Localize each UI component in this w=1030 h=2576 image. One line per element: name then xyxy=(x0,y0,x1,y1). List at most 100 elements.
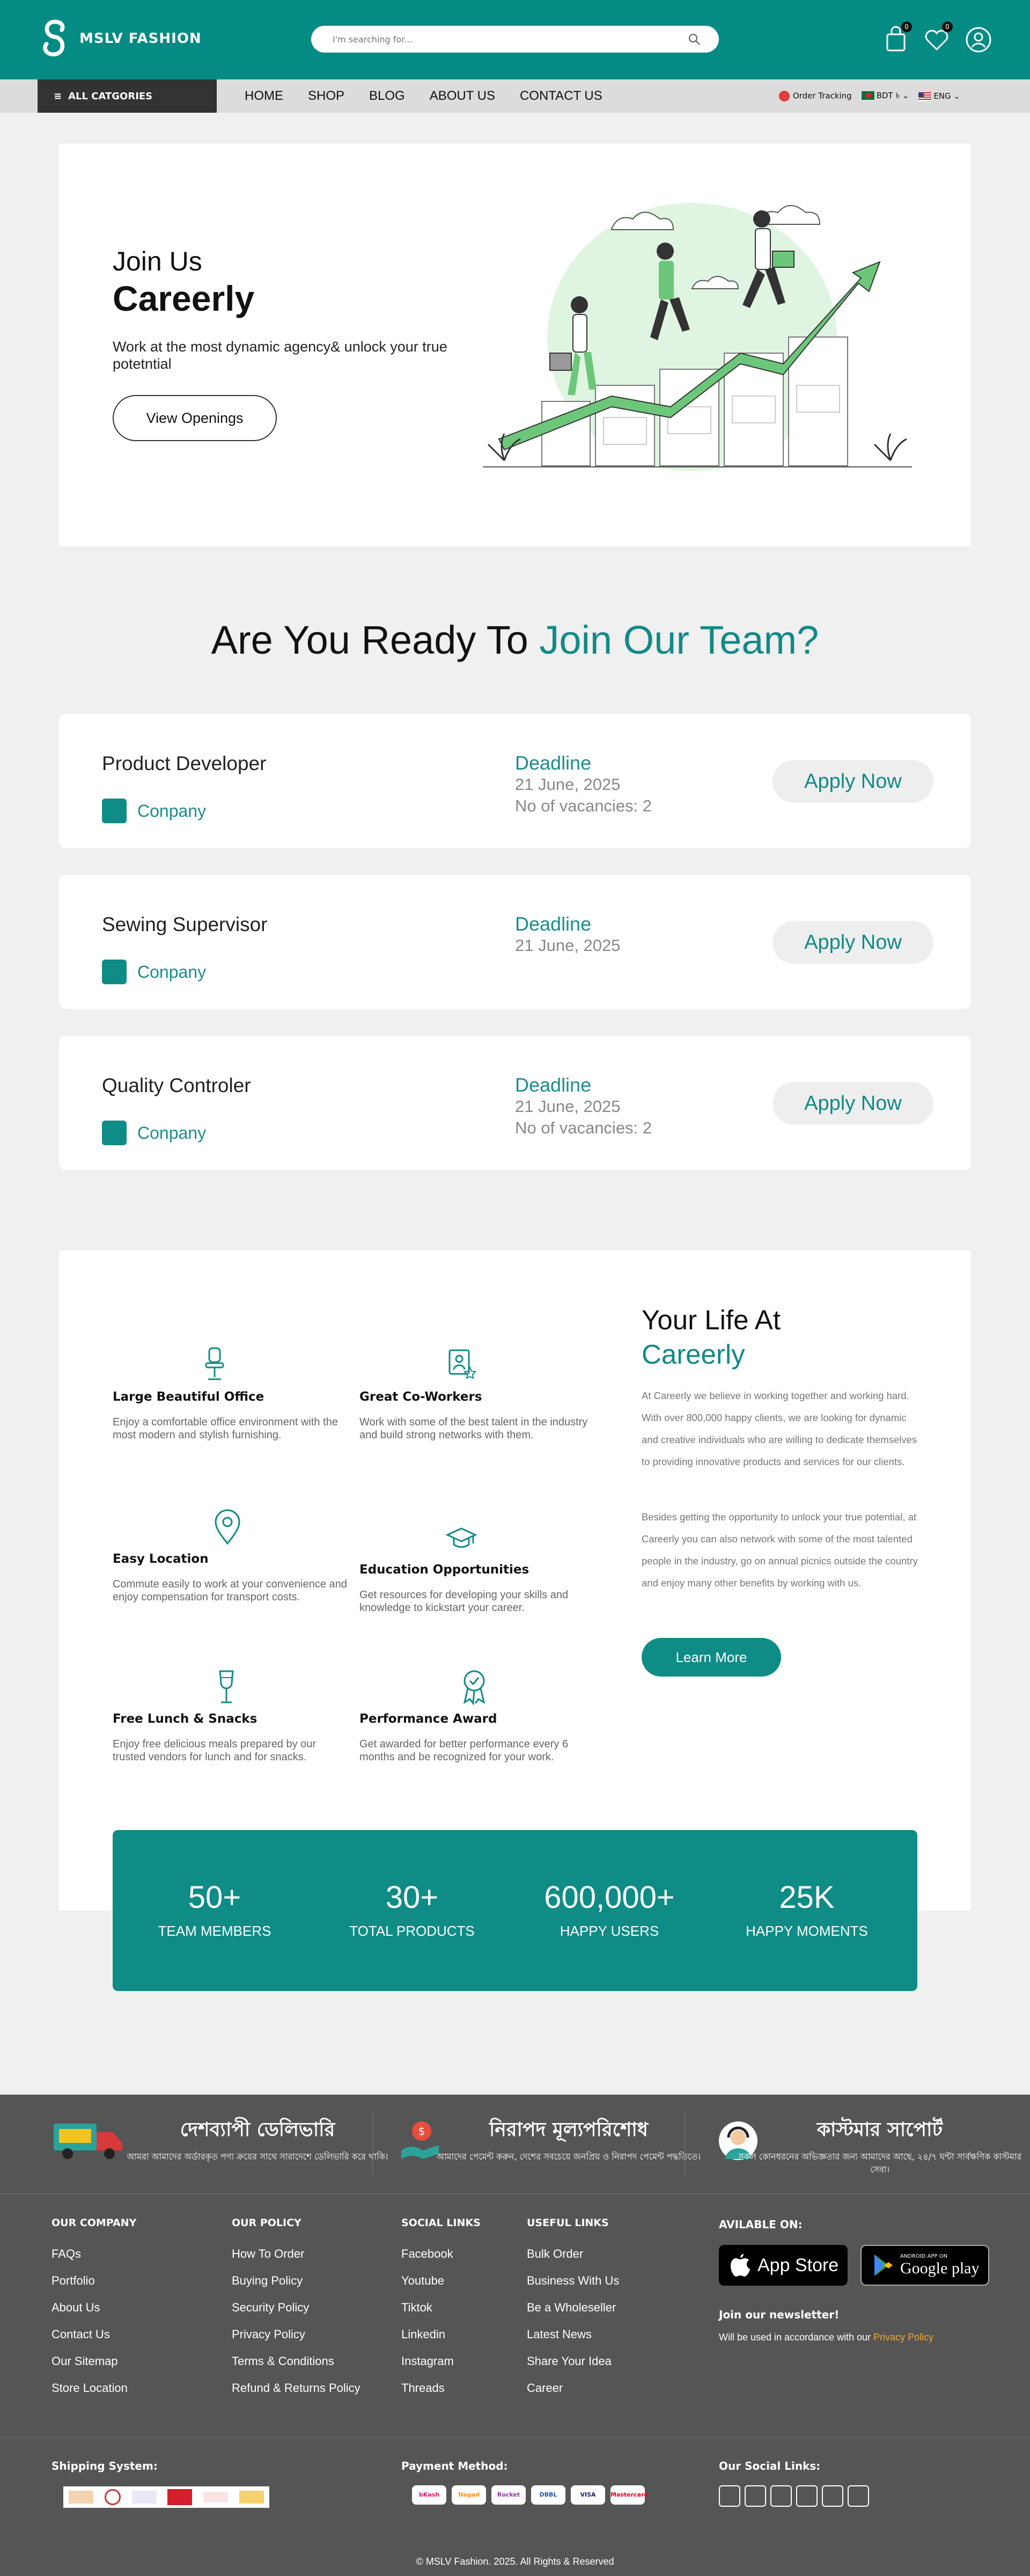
nav-about[interactable]: ABOUT US xyxy=(430,89,495,104)
search-bar xyxy=(311,26,719,53)
apply-now-button[interactable]: Apply Now xyxy=(772,921,933,964)
footer-link[interactable]: Refund & Returns Policy xyxy=(232,2375,360,2402)
chevron-down-icon: ⌄ xyxy=(953,91,960,101)
privacy-policy-link[interactable]: Privacy Policy xyxy=(873,2332,933,2343)
footer-link[interactable]: Portfolio xyxy=(52,2267,136,2294)
company-label: Conpany xyxy=(137,801,207,821)
footer-link[interactable]: Buying Policy xyxy=(232,2267,360,2294)
stat-number: 50+ xyxy=(188,1880,241,1915)
stat-item: 30+ TOTAL PRODUCTS xyxy=(332,1879,492,1940)
currency-select[interactable]: BDT ৳ ⌄ xyxy=(861,90,909,103)
job-company: Conpany xyxy=(102,1121,206,1145)
chair-icon xyxy=(205,1347,224,1380)
search-input[interactable] xyxy=(311,26,719,53)
search-icon[interactable] xyxy=(688,33,701,46)
footer-link[interactable]: Bulk Order xyxy=(527,2241,619,2267)
feature-item: Education Opportunities Get resources fo… xyxy=(359,1519,595,1614)
google-play-button[interactable]: ANDROID APP ON Google play xyxy=(860,2245,989,2286)
footer-link[interactable]: Terms & Conditions xyxy=(232,2348,360,2375)
newsletter-note: Will be used in accordance with our xyxy=(719,2332,874,2343)
stat-number: 600,000+ xyxy=(544,1880,675,1915)
nav-blog[interactable]: BLOG xyxy=(369,89,405,104)
life-paragraph-1: At Careerly we believe in working togeth… xyxy=(642,1390,917,1467)
instagram-icon[interactable] xyxy=(822,2485,843,2507)
facebook-icon[interactable] xyxy=(719,2485,740,2507)
cart-button[interactable]: 0 xyxy=(880,21,912,56)
footer-link[interactable]: FAQs xyxy=(52,2241,136,2267)
stat-item: 600,000+ HAPPY USERS xyxy=(529,1879,690,1940)
feature-name: Great Co-Workers xyxy=(359,1390,482,1404)
app-store-button[interactable]: App Store xyxy=(719,2245,848,2286)
payment-rocket: Rocket xyxy=(491,2485,526,2505)
google-play-icon xyxy=(874,2255,893,2276)
stats-banner: 50+ TEAM MEMBERS 30+ TOTAL PRODUCTS 600,00… xyxy=(113,1830,917,1991)
footer-feature-title: দেশব্যাপী ডেলিভারি xyxy=(180,2119,335,2141)
footer-link[interactable]: Our Sitemap xyxy=(52,2348,136,2375)
briefcase-icon xyxy=(102,799,127,823)
footer-link[interactable]: Contact Us xyxy=(52,2321,136,2348)
footer-link[interactable]: Facebook xyxy=(401,2241,481,2267)
chevron-down-icon: ⌄ xyxy=(902,90,909,100)
footer-link[interactable]: Business With Us xyxy=(527,2267,619,2294)
footer-link[interactable]: Linkedin xyxy=(401,2321,481,2348)
account-button[interactable] xyxy=(962,24,995,56)
courier-logo xyxy=(69,2491,94,2504)
tiktok-icon[interactable] xyxy=(770,2485,792,2507)
life-heading: Your Life At Careerly xyxy=(642,1303,781,1372)
footer-link[interactable]: Career xyxy=(527,2375,619,2402)
job-title: Product Developer xyxy=(102,752,267,774)
job-company: Conpany xyxy=(102,960,206,984)
nav-contact[interactable]: CONTACT US xyxy=(520,89,602,104)
language-select[interactable]: ENG ⌄ xyxy=(918,91,960,101)
location-icon xyxy=(215,1509,240,1545)
footer-link[interactable]: Latest News xyxy=(527,2321,619,2348)
youtube-icon[interactable] xyxy=(745,2485,766,2507)
footer-link[interactable]: Youtube xyxy=(401,2267,481,2294)
feature-description: Get awarded for better performance every… xyxy=(359,1738,569,1763)
footer-feature-title: নিরাপদ মূল্যপরিশোধ xyxy=(489,2119,649,2141)
linkedin-icon[interactable] xyxy=(796,2485,818,2507)
footer-link[interactable]: How To Order xyxy=(232,2241,360,2267)
job-card: Product Developer Conpany Deadline 21 Jun… xyxy=(59,714,971,848)
view-openings-button[interactable]: View Openings xyxy=(113,395,277,441)
user-icon xyxy=(966,27,991,53)
main-nav: ≡ ALL CATGORIES HOME SHOP BLOG ABOUT US … xyxy=(0,79,1030,113)
footer-link[interactable]: About Us xyxy=(52,2294,136,2321)
footer-feature: নিরাপদ মূল্যপরিশোধ আমাদের পেমেন্ট করুন, দ… xyxy=(418,2115,719,2185)
footer-link[interactable]: Store Location xyxy=(52,2375,136,2402)
newsletter-text: Will be used in accordance with our Priv… xyxy=(719,2332,933,2343)
all-categories-button[interactable]: ≡ ALL CATGORIES xyxy=(38,79,217,113)
apply-now-button[interactable]: Apply Now xyxy=(772,760,933,803)
footer-link[interactable]: Security Policy xyxy=(232,2294,360,2321)
payment-label: Payment Method: xyxy=(401,2460,508,2472)
logo[interactable]: MSLV FASHION xyxy=(36,18,202,59)
hero-section: Join Us Careerly Work at the most dynami… xyxy=(59,144,971,546)
footer-col-heading: OUR COMPANY xyxy=(52,2217,137,2229)
bangladesh-flag-icon xyxy=(861,91,874,100)
footer-link[interactable]: Threads xyxy=(401,2375,481,2402)
threads-icon[interactable] xyxy=(848,2485,869,2507)
job-card: Quality Controler Conpany Deadline 21 Jun… xyxy=(59,1036,971,1170)
footer-link[interactable]: Instagram xyxy=(401,2348,481,2375)
feature-name: Performance Award xyxy=(359,1712,497,1726)
nav-shop[interactable]: SHOP xyxy=(308,89,344,104)
job-title: Sewing Supervisor xyxy=(102,913,268,935)
learn-more-button[interactable]: Learn More xyxy=(642,1638,781,1677)
payment-bkash: bKash xyxy=(412,2485,446,2505)
wishlist-button[interactable]: 0 xyxy=(921,21,953,56)
footer-link[interactable]: Be a Wholeseller xyxy=(527,2294,619,2321)
apply-now-button[interactable]: Apply Now xyxy=(772,1082,933,1125)
footer-link[interactable]: Privacy Policy xyxy=(232,2321,360,2348)
nav-home[interactable]: HOME xyxy=(245,89,283,104)
currency-label: BDT ৳ xyxy=(876,90,900,100)
life-heading-accent: Careerly xyxy=(642,1339,745,1370)
footer-link[interactable]: Tiktok xyxy=(401,2294,481,2321)
footer-policy-col: OUR POLICY How To Order Buying Policy Se… xyxy=(232,2217,360,2402)
courier-logo xyxy=(239,2491,264,2504)
footer-link[interactable]: Share Your Idea xyxy=(527,2348,619,2375)
shipping-logos xyxy=(63,2486,269,2508)
feature-name: Easy Location xyxy=(113,1552,209,1566)
order-tracking-link[interactable]: Order Tracking xyxy=(778,91,852,101)
google-play-text: ANDROID APP ON Google play xyxy=(900,2253,979,2278)
all-categories-label: ALL CATGORIES xyxy=(68,90,153,102)
